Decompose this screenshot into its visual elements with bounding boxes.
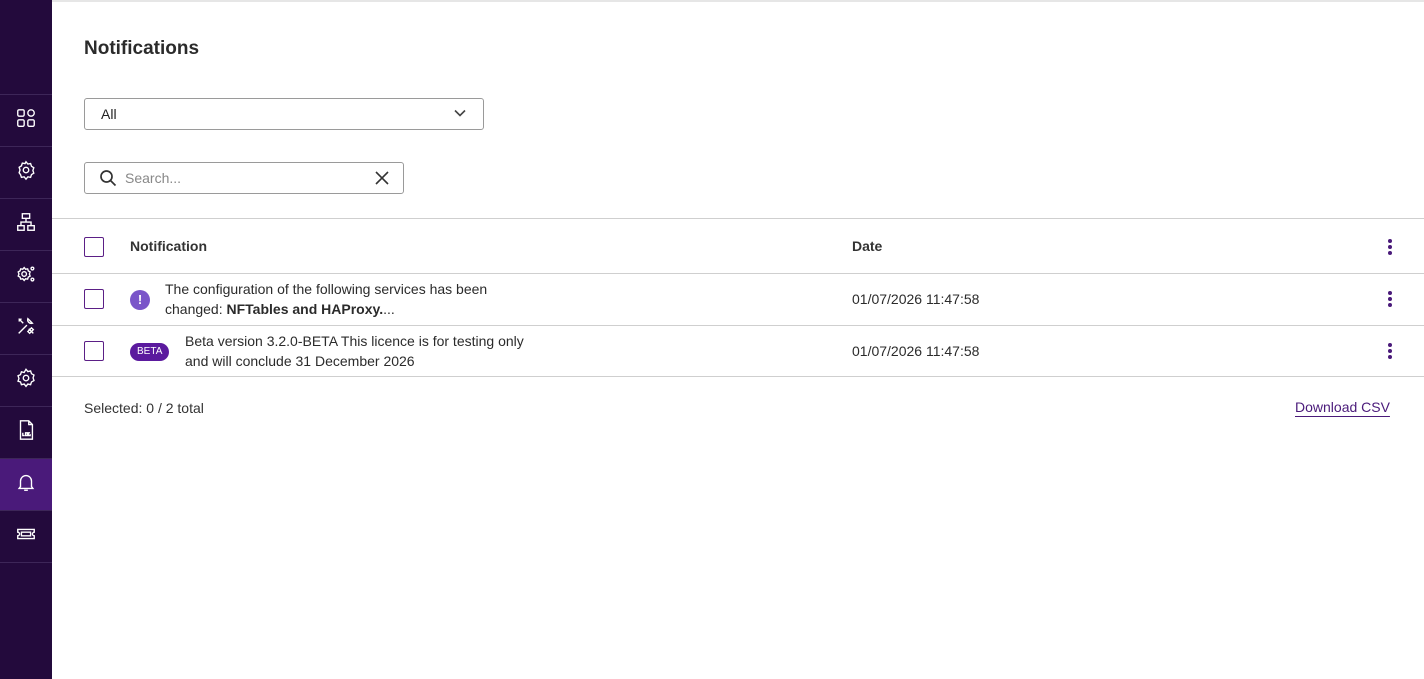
log-file-icon <box>15 419 37 446</box>
sidebar-logo-area <box>0 0 52 95</box>
sidebar-item-advanced-settings[interactable] <box>0 251 52 303</box>
notifications-table: Notification Date ! The configuration of… <box>52 218 1424 377</box>
notification-message: The configuration of the following servi… <box>165 279 525 319</box>
table-row[interactable]: ! The configuration of the following ser… <box>52 273 1424 325</box>
search-icon <box>99 169 117 187</box>
search-input[interactable] <box>125 170 375 186</box>
main-content: Notifications All Notification Date ! Th… <box>52 0 1424 679</box>
sidebar-item-services[interactable] <box>0 147 52 199</box>
dashboard-icon <box>15 107 37 134</box>
sidebar-item-network[interactable] <box>0 199 52 251</box>
table-row[interactable]: BETA Beta version 3.2.0-BETA This licenc… <box>52 325 1424 377</box>
advanced-settings-icon <box>15 263 37 290</box>
network-icon <box>15 211 37 238</box>
sidebar-item-settings[interactable] <box>0 355 52 407</box>
notification-message: Beta version 3.2.0-BETA This licence is … <box>185 333 524 369</box>
filter-selected-value: All <box>101 106 117 122</box>
tools-icon <box>15 315 37 342</box>
sidebar-item-notifications[interactable] <box>0 459 52 511</box>
close-icon[interactable] <box>375 171 389 185</box>
column-header-date: Date <box>852 238 883 254</box>
services-icon <box>15 159 37 186</box>
sidebar-item-tools[interactable] <box>0 303 52 355</box>
chevron-down-icon <box>453 106 467 123</box>
row-checkbox[interactable] <box>84 289 104 309</box>
row-checkbox[interactable] <box>84 341 104 361</box>
alert-icon: ! <box>130 290 150 310</box>
notification-message-bold: NFTables and HAProxy. <box>226 301 384 317</box>
page-title: Notifications <box>84 38 200 59</box>
row-options-menu-icon[interactable] <box>1384 289 1396 309</box>
row-options-menu-icon[interactable] <box>1384 341 1396 361</box>
settings-icon <box>15 367 37 394</box>
sidebar <box>0 0 52 679</box>
sidebar-item-logs[interactable] <box>0 407 52 459</box>
bell-icon <box>15 471 37 498</box>
notification-date: 01/07/2026 11:47:58 <box>852 291 980 307</box>
sidebar-item-licence[interactable] <box>0 511 52 563</box>
notification-date: 01/07/2026 11:47:58 <box>852 343 980 359</box>
table-header-row: Notification Date <box>52 218 1424 273</box>
beta-badge: BETA <box>130 343 170 361</box>
ticket-icon <box>15 523 37 550</box>
notification-filter-select[interactable]: All <box>84 98 484 130</box>
download-csv-link[interactable]: Download CSV <box>1295 399 1390 415</box>
column-header-notification: Notification <box>130 238 207 254</box>
search-box <box>84 162 404 194</box>
selection-count: Selected: 0 / 2 total <box>84 400 204 416</box>
sidebar-item-dashboard[interactable] <box>0 95 52 147</box>
select-all-checkbox[interactable] <box>84 237 104 257</box>
notification-message-ellipsis: ... <box>383 301 395 317</box>
table-options-menu-icon[interactable] <box>1384 237 1396 257</box>
